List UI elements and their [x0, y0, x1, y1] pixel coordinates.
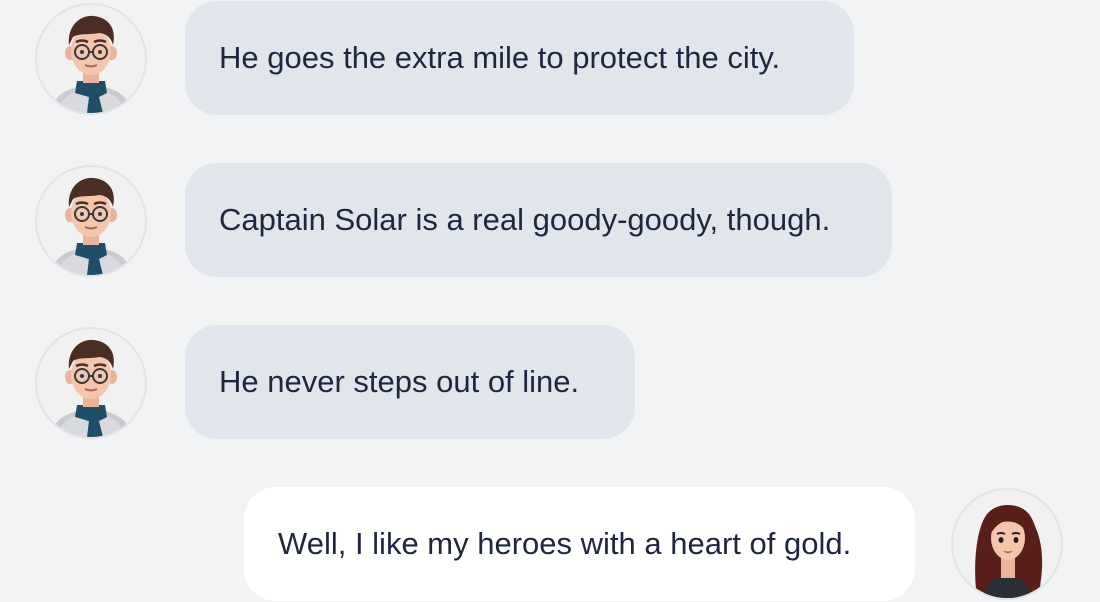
chat-conversation: He goes the extra mile to protect the ci… — [0, 0, 1100, 602]
female-avatar-icon — [951, 488, 1063, 600]
message-bubble-incoming: He goes the extra mile to protect the ci… — [185, 1, 854, 115]
message-text: He goes the extra mile to protect the ci… — [219, 40, 781, 75]
message-bubble-incoming: He never steps out of line. — [185, 325, 635, 439]
message-text: Captain Solar is a real goody-goody, tho… — [219, 202, 831, 237]
male-avatar-icon — [35, 327, 147, 439]
message-bubble-outgoing: Well, I like my heroes with a heart of g… — [244, 487, 915, 601]
male-avatar-icon — [35, 3, 147, 115]
message-bubble-incoming: Captain Solar is a real goody-goody, tho… — [185, 163, 892, 277]
message-text: Well, I like my heroes with a heart of g… — [278, 526, 852, 561]
message-text: He never steps out of line. — [219, 364, 580, 399]
male-avatar-icon — [35, 165, 147, 277]
